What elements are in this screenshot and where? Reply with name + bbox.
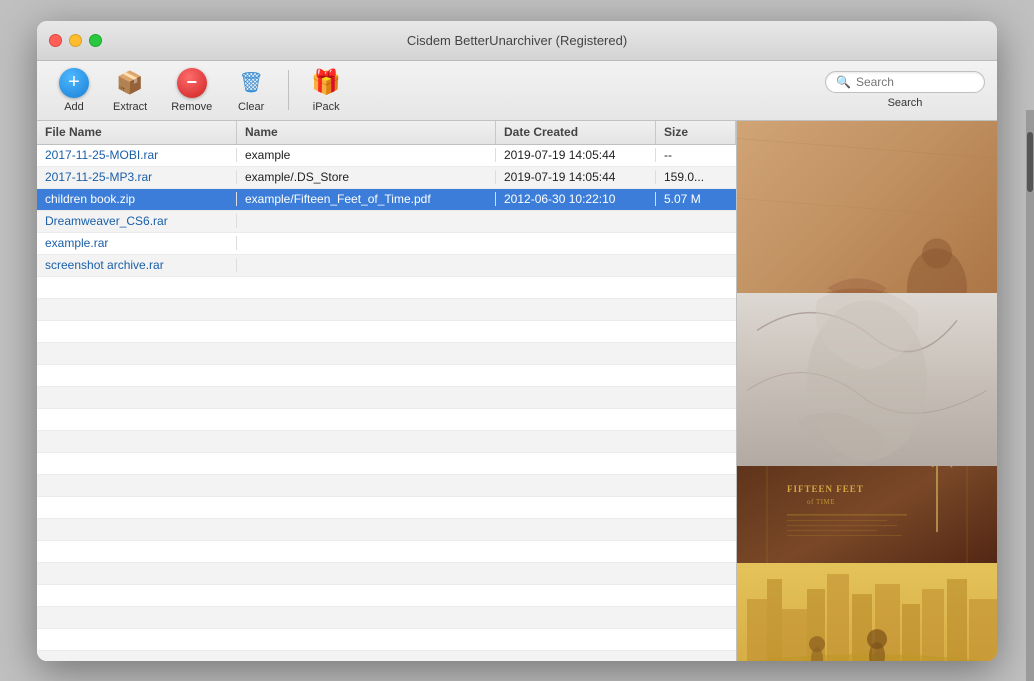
cell-name: example/.DS_Store [237,170,496,184]
empty-row [37,563,736,585]
cell-filename: 2017-11-25-MOBI.rar [37,148,237,162]
empty-row [37,519,736,541]
file-list-panel: File Name Name Date Created Size 2017-11… [37,121,737,661]
empty-row [37,651,736,661]
window-title: Cisdem BetterUnarchiver (Registered) [407,33,627,48]
search-area: 🔍 Search [825,71,985,109]
table-row[interactable]: children book.zipexample/Fifteen_Feet_of… [37,189,736,211]
extract-icon: 📦 [115,68,145,98]
svg-text:FIFTEEN FEET: FIFTEEN FEET [787,484,864,494]
empty-row [37,365,736,387]
empty-row [37,475,736,497]
extract-button[interactable]: 📦 Extract [103,64,157,117]
preview-image-bottom-top: FIFTEEN FEET of TIME [737,466,997,563]
titlebar: Cisdem BetterUnarchiver (Registered) [37,21,997,61]
cell-name: example [237,148,496,162]
col-header-date: Date Created [496,121,656,144]
toolbar: + Add 📦 Extract − Remove 🗑 Clear 🎁 iPack… [37,61,997,121]
file-rows: 2017-11-25-MOBI.rarexample2019-07-19 14:… [37,145,736,661]
clear-label: Clear [238,101,264,113]
add-button[interactable]: + Add [49,64,99,117]
minimize-button[interactable] [69,34,82,47]
col-header-name: Name [237,121,496,144]
col-header-filename: File Name [37,121,237,144]
maximize-button[interactable] [89,34,102,47]
empty-row [37,387,736,409]
cell-filename: Dreamweaver_CS6.rar [37,214,237,228]
empty-row [37,541,736,563]
cell-date: 2019-07-19 14:05:44 [496,170,656,184]
traffic-lights [49,34,102,47]
cell-filename: example.rar [37,236,237,250]
empty-row [37,299,736,321]
table-row[interactable]: example.rar [37,233,736,255]
preview-mid-svg [737,293,997,466]
search-input[interactable] [856,75,974,89]
col-header-size: Size [656,121,736,144]
cell-filename: 2017-11-25-MP3.rar [37,170,237,184]
cell-name: example/Fifteen_Feet_of_Time.pdf [237,192,496,206]
search-btn-label: Search [888,97,923,109]
search-box[interactable]: 🔍 [825,71,985,93]
preview-top-svg [737,121,997,294]
remove-button[interactable]: − Remove [161,64,222,117]
cell-filename: children book.zip [37,192,237,206]
cell-date: 2012-06-30 10:22:10 [496,192,656,206]
ipack-icon: 🎁 [311,68,341,98]
table-row[interactable]: Dreamweaver_CS6.rar [37,211,736,233]
toolbar-divider [288,70,289,110]
table-row[interactable]: screenshot archive.rar [37,255,736,277]
cell-size: 5.07 M [656,192,736,206]
empty-row [37,321,736,343]
ipack-label: iPack [313,101,340,113]
cell-filename: screenshot archive.rar [37,258,237,272]
empty-row [37,607,736,629]
clear-icon: 🗑 [236,68,266,98]
empty-row [37,453,736,475]
svg-text:of TIME: of TIME [807,498,835,506]
main-window: Cisdem BetterUnarchiver (Registered) + A… [37,21,997,661]
clear-button[interactable]: 🗑 Clear [226,64,276,117]
table-row[interactable]: 2017-11-25-MP3.rarexample/.DS_Store2019-… [37,167,736,189]
empty-row [37,431,736,453]
add-label: Add [64,101,84,113]
empty-row [37,629,736,651]
add-icon: + [59,68,89,98]
column-headers: File Name Name Date Created Size [37,121,736,145]
remove-icon: − [177,68,207,98]
ipack-button[interactable]: 🎁 iPack [301,64,351,117]
preview-image-mid [737,293,997,466]
remove-label: Remove [171,101,212,113]
cell-size: 159.0... [656,170,736,184]
search-icon: 🔍 [836,75,851,89]
preview-bottom-bottom-svg [737,563,997,660]
cell-date: 2019-07-19 14:05:44 [496,148,656,162]
empty-row [37,409,736,431]
main-content: File Name Name Date Created Size 2017-11… [37,121,997,661]
close-button[interactable] [49,34,62,47]
cell-size: -- [656,148,736,162]
empty-row [37,277,736,299]
preview-image-bottom-bottom [737,563,997,660]
empty-row [37,585,736,607]
table-row[interactable]: 2017-11-25-MOBI.rarexample2019-07-19 14:… [37,145,736,167]
empty-row [37,497,736,519]
empty-row [37,343,736,365]
extract-label: Extract [113,101,147,113]
preview-image-top [737,121,997,294]
preview-bottom-top-svg: FIFTEEN FEET of TIME [737,466,997,563]
preview-panel: FIFTEEN FEET of TIME [737,121,997,661]
